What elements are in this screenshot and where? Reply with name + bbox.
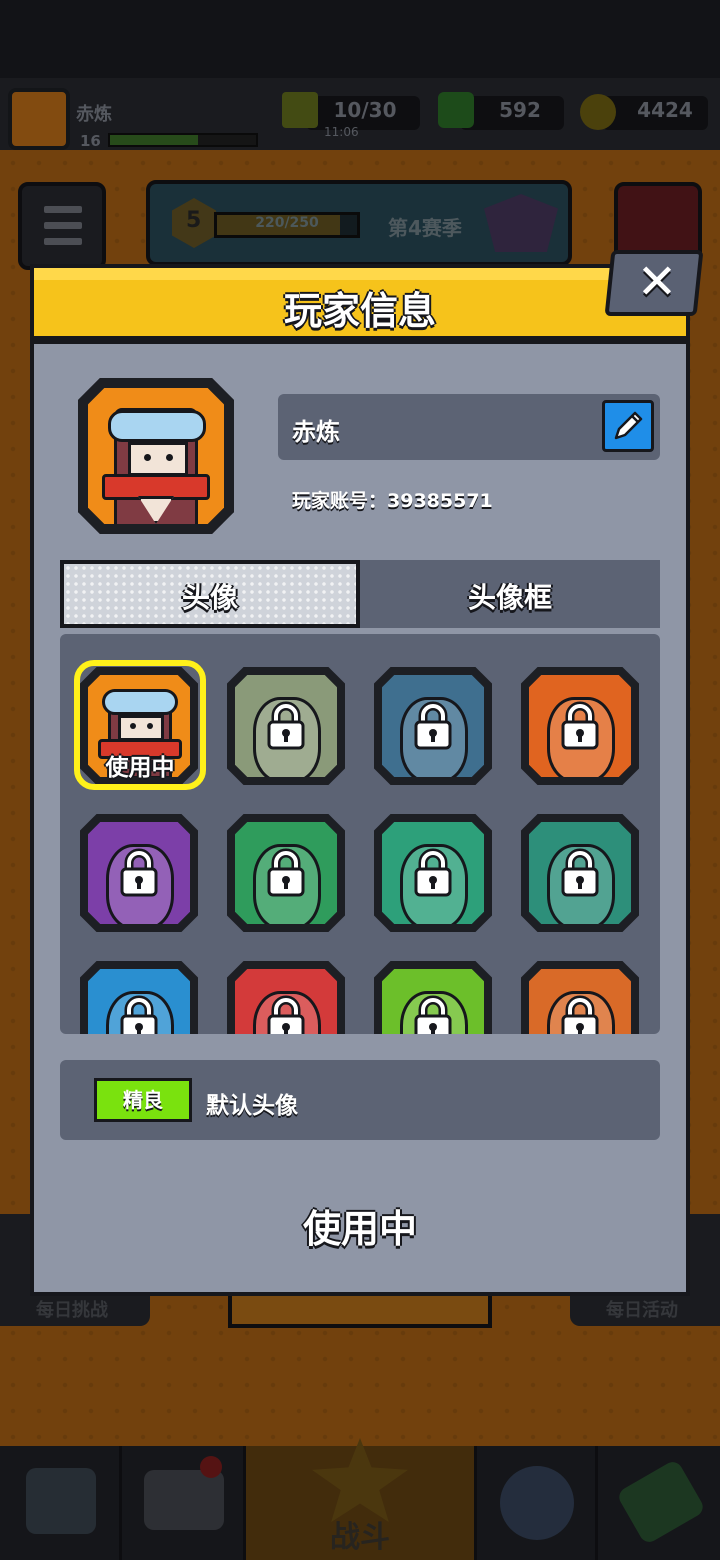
avatar-tile-pirate-ship[interactable] [521, 814, 639, 932]
lock-icon [408, 995, 458, 1034]
avatar-tile-red-hood[interactable] [227, 961, 345, 1034]
avatar-tile-red-beret-soldier[interactable] [521, 667, 639, 785]
character-rogue-icon [88, 388, 224, 524]
avatar-name: 默认头像 [206, 1093, 298, 1119]
lock-icon [408, 848, 458, 898]
lock-icon [261, 701, 311, 751]
pencil-icon[interactable] [602, 400, 654, 452]
account-id: 玩家账号：39385571 [292, 490, 493, 512]
avatar-tile-shark-man[interactable] [374, 667, 492, 785]
avatar-tile-pink-beast[interactable] [227, 814, 345, 932]
avatar-tile-purple-mushroom[interactable] [80, 814, 198, 932]
lock-icon [114, 995, 164, 1034]
avatar-tile-flower-frog[interactable] [374, 814, 492, 932]
profile-avatar [88, 388, 224, 524]
lock-icon [114, 848, 164, 898]
tab-avatar-label: 头像 [181, 581, 238, 614]
lock-icon [555, 848, 605, 898]
tab-avatar-frame[interactable]: 头像框 [360, 576, 660, 616]
in-use-label: 使用中 [302, 1207, 417, 1251]
lock-icon [261, 995, 311, 1034]
player-name: 赤炼 [292, 418, 340, 446]
lock-icon [261, 848, 311, 898]
avatar-tile-hooded-dog[interactable] [521, 961, 639, 1034]
avatar-tile-green-agent[interactable] [227, 667, 345, 785]
avatar-tile-gray-cat[interactable] [374, 961, 492, 1034]
rarity-badge: 精良 [94, 1078, 192, 1122]
avatar-tile-pirate-captain[interactable] [80, 961, 198, 1034]
selected-avatar-in-use-label: 使用中 [105, 755, 175, 781]
lock-icon [408, 701, 458, 751]
lock-icon [555, 995, 605, 1034]
lock-icon [555, 701, 605, 751]
dialog-title: 玩家信息 [283, 289, 436, 333]
close-icon[interactable]: ✕ [632, 254, 682, 310]
